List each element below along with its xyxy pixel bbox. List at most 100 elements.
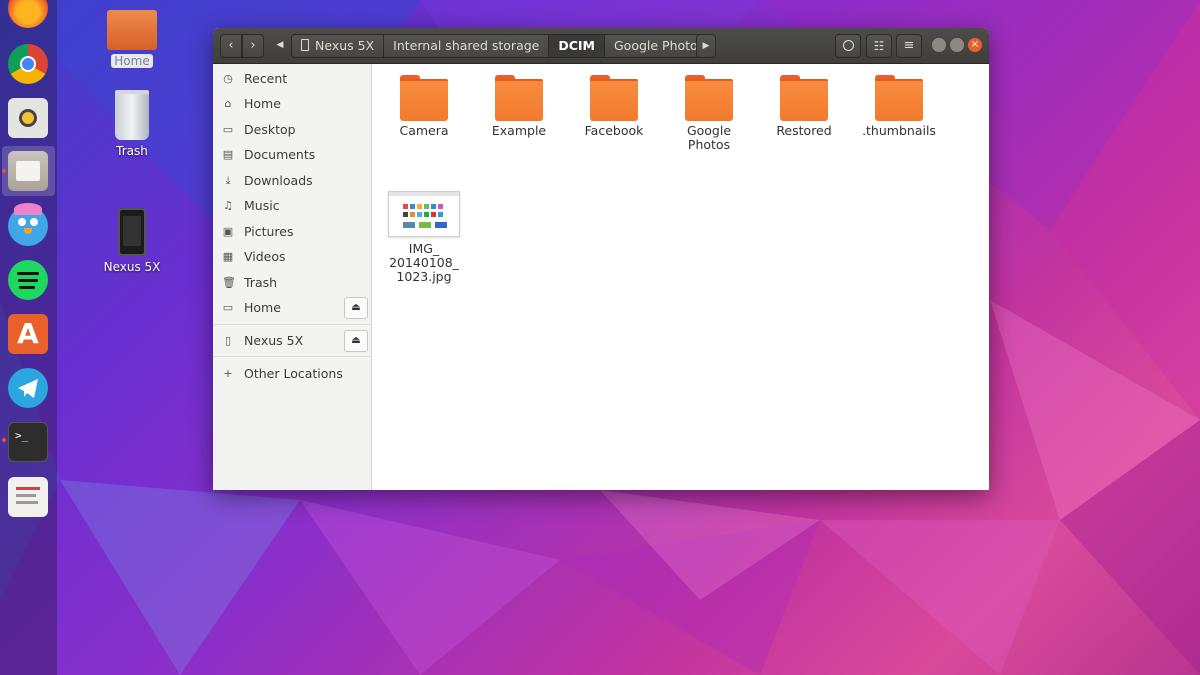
- sidebar-separator: [213, 356, 371, 357]
- sidebar-item-videos[interactable]: ▦ Videos: [213, 245, 371, 269]
- eject-icon: ⏏: [351, 335, 361, 346]
- video-icon: ▦: [222, 250, 234, 263]
- search-icon: [842, 40, 854, 51]
- crumb-nexus[interactable]: Nexus 5X: [292, 35, 385, 57]
- clock-icon: ◷: [223, 72, 233, 85]
- terminal-icon[interactable]: >_: [8, 422, 48, 462]
- path-scroll-right-button[interactable]: ▶: [696, 34, 716, 58]
- plus-icon: +: [223, 367, 233, 380]
- sidebar-item-downloads[interactable]: ⤓ Downloads: [213, 169, 371, 193]
- folder-icon: [780, 75, 828, 121]
- firefox-icon[interactable]: [8, 0, 48, 28]
- sidebar: ◷ Recent ⌂ Home ▭ Desktop ▤ Documents ⤓ Downl…: [213, 64, 372, 490]
- eject-icon: ⏏: [351, 302, 361, 313]
- folder-icon: [685, 75, 733, 121]
- sidebar-item-recent[interactable]: ◷ Recent: [213, 67, 371, 91]
- desktop-icon-trash[interactable]: Trash: [87, 90, 177, 159]
- folder-icon: [400, 75, 448, 121]
- drive-icon: ▭: [222, 301, 234, 314]
- sidebar-item-documents[interactable]: ▤ Documents: [213, 143, 371, 167]
- minimize-button[interactable]: [932, 38, 946, 52]
- dock: A >_: [0, 0, 57, 675]
- image-item[interactable]: IMG_ 20140108_ 1023.jpg: [384, 191, 464, 284]
- item-label: Camera: [399, 123, 449, 138]
- document-icon: ▤: [222, 148, 234, 161]
- spotify-icon[interactable]: [8, 260, 48, 300]
- hamburger-icon: ≡: [903, 38, 915, 53]
- download-icon: ⤓: [225, 174, 231, 187]
- chevron-right-icon: ›: [250, 38, 256, 53]
- running-indicator: [2, 438, 6, 442]
- trash-bin-icon: [115, 90, 149, 140]
- sidebar-item-desktop[interactable]: ▭ Desktop: [213, 118, 371, 142]
- item-label: .thumbnails: [862, 123, 936, 138]
- arrow-right-icon: ▶: [702, 41, 710, 51]
- item-label: Example: [491, 123, 547, 138]
- rhythmbox-icon[interactable]: [8, 98, 48, 138]
- sidebar-item-other-locations[interactable]: + Other Locations: [213, 362, 371, 386]
- home-folder-icon: [107, 10, 157, 50]
- item-label: Facebook: [584, 123, 644, 138]
- item-label: Google Photos: [686, 123, 732, 152]
- folder-item[interactable]: Restored: [764, 75, 844, 138]
- item-label: IMG_ 20140108_ 1023.jpg: [389, 241, 459, 284]
- phone-icon: [301, 39, 309, 51]
- telegram-icon[interactable]: [8, 368, 48, 408]
- search-button[interactable]: [835, 34, 861, 58]
- desktop-icon-label: Nexus 5X: [103, 260, 161, 274]
- home-icon: ⌂: [224, 97, 232, 110]
- arrow-left-icon: ◀: [276, 40, 284, 50]
- header-bar: ‹ › ◀ Nexus 5X Internal shared storage D…: [213, 28, 989, 64]
- forward-button[interactable]: ›: [242, 34, 264, 58]
- back-button[interactable]: ‹: [220, 34, 242, 58]
- sidebar-item-trash[interactable]: 🗑 Trash: [213, 271, 371, 295]
- crumb-dcim[interactable]: DCIM: [549, 35, 605, 57]
- desktop-icon-home[interactable]: Home: [87, 10, 177, 69]
- file-view: Camera Example Facebook Google Photos Re…: [372, 64, 989, 490]
- item-label: Restored: [776, 123, 832, 138]
- path-scroll-left-button[interactable]: ◀: [273, 34, 287, 56]
- running-indicator: [2, 169, 6, 173]
- ubuntu-software-icon[interactable]: A: [8, 314, 48, 354]
- desktop-icon-label: Trash: [116, 144, 148, 158]
- close-button[interactable]: ×: [968, 38, 982, 52]
- sidebar-item-nexus[interactable]: ▯ Nexus 5X ⏏: [213, 329, 371, 353]
- cawbird-icon[interactable]: [8, 203, 48, 246]
- desktop-icon-nexus[interactable]: Nexus 5X: [87, 208, 177, 275]
- folder-icon: [495, 75, 543, 121]
- crumb-internal-storage[interactable]: Internal shared storage: [384, 35, 550, 57]
- folder-item[interactable]: Camera: [384, 75, 464, 138]
- folder-icon: [590, 75, 638, 121]
- phone-icon: [118, 208, 146, 256]
- sidebar-item-home[interactable]: ⌂ Home: [213, 92, 371, 116]
- sidebar-item-music[interactable]: ♫ Music: [213, 194, 371, 218]
- picture-icon: ▣: [222, 225, 234, 238]
- text-editor-icon[interactable]: [8, 477, 48, 517]
- eject-button[interactable]: ⏏: [344, 330, 368, 352]
- trash-icon: 🗑: [222, 276, 236, 289]
- chevron-left-icon: ‹: [228, 38, 234, 53]
- desktop-icon-label: Home: [111, 54, 153, 68]
- sidebar-item-home-drive[interactable]: ▭ Home ⏏: [213, 296, 371, 320]
- file-manager-window: ‹ › ◀ Nexus 5X Internal shared storage D…: [213, 28, 989, 490]
- phone-icon: ▯: [224, 334, 232, 347]
- desktop-icon: ▭: [222, 123, 234, 136]
- folder-item[interactable]: Google Photos: [669, 75, 749, 152]
- sidebar-item-pictures[interactable]: ▣ Pictures: [213, 220, 371, 244]
- image-thumbnail: [388, 191, 460, 237]
- eject-button[interactable]: ⏏: [344, 297, 368, 319]
- list-view-icon: ☷: [873, 39, 885, 53]
- close-icon: ×: [970, 39, 980, 50]
- folder-item[interactable]: Facebook: [574, 75, 654, 138]
- chrome-icon[interactable]: [8, 44, 48, 84]
- music-icon: ♫: [223, 199, 233, 212]
- folder-item[interactable]: Example: [479, 75, 559, 138]
- maximize-button[interactable]: [950, 38, 964, 52]
- folder-item[interactable]: .thumbnails: [859, 75, 939, 138]
- folder-icon: [875, 75, 923, 121]
- menu-button[interactable]: ≡: [896, 34, 922, 58]
- breadcrumb: Nexus 5X Internal shared storage DCIM Go…: [291, 34, 711, 58]
- files-icon[interactable]: [8, 151, 48, 191]
- view-options-button[interactable]: ☷: [866, 34, 892, 58]
- sidebar-separator: [213, 324, 371, 325]
